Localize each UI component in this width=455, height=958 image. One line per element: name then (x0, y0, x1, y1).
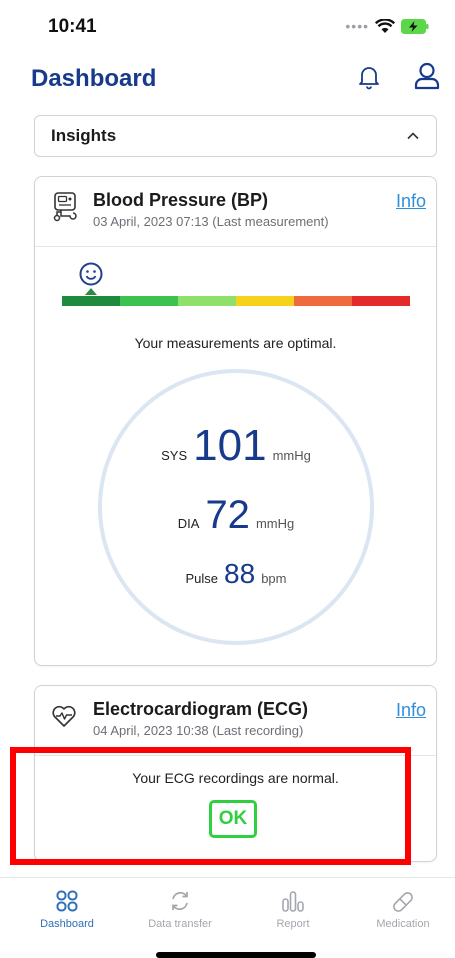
bp-card-title: Blood Pressure (BP) (93, 190, 269, 210)
header: Dashboard (0, 56, 455, 102)
heart-rate-icon (52, 705, 76, 727)
insights-label: Insights (51, 126, 117, 145)
highlight-box (10, 747, 411, 865)
sys-value: 101 (193, 421, 267, 470)
pulse-reading: Pulse 88 bpm (102, 558, 370, 590)
bp-card-header: Blood Pressure (BP) 03 April, 2023 07:13… (35, 177, 436, 247)
sys-reading: SYS 101 mmHg (102, 421, 370, 471)
status-bar: 10:41 •••• (0, 0, 455, 52)
bp-level-scale (62, 296, 410, 306)
ecg-info-link[interactable]: Info (396, 700, 426, 721)
dashboard-icon (56, 890, 78, 912)
tab-label: Report (276, 918, 310, 930)
scale-segment (352, 296, 410, 306)
tab-data-transfer[interactable]: Data transfer (130, 878, 230, 938)
bp-monitor-icon (53, 192, 77, 222)
tab-report[interactable]: Report (243, 878, 343, 938)
status-time: 10:41 (48, 16, 97, 37)
ecg-card-title: Electrocardiogram (ECG) (93, 699, 309, 719)
tab-label: Dashboard (40, 918, 94, 930)
tab-medication[interactable]: Medication (353, 878, 453, 938)
dia-reading: DIA 72 mmHg (102, 493, 370, 538)
ecg-card-header: Electrocardiogram (ECG) 04 April, 2023 1… (35, 686, 436, 756)
sync-icon (172, 892, 188, 910)
status-icons: •••• (345, 18, 429, 34)
bp-status-message: Your measurements are optimal. (134, 335, 337, 351)
bp-card-subtitle: 03 April, 2023 07:13 (Last measurement) (93, 214, 329, 229)
tab-dashboard[interactable]: Dashboard (17, 878, 117, 938)
smiley-icon (79, 262, 103, 286)
wifi-icon (375, 18, 395, 33)
dia-unit: mmHg (255, 516, 295, 531)
tab-label: Data transfer (148, 918, 212, 930)
scale-segment (178, 296, 236, 306)
scale-segment (236, 296, 294, 306)
dia-value: 72 (205, 493, 250, 537)
report-icon (282, 891, 304, 912)
tab-bar: Dashboard Data transfer Report Medicatio… (0, 877, 455, 958)
sys-label: SYS (161, 448, 188, 463)
pulse-unit: bpm (261, 571, 287, 586)
bp-gauge: SYS 101 mmHg DIA 72 mmHg Pulse 88 bpm (98, 369, 374, 645)
bp-info-link[interactable]: Info (396, 191, 426, 212)
pill-icon (393, 892, 413, 912)
user-icon[interactable] (414, 62, 440, 90)
home-indicator (156, 952, 316, 958)
pulse-label: Pulse (185, 571, 219, 586)
scale-segment (62, 296, 120, 306)
bell-icon[interactable] (357, 64, 381, 90)
scale-marker (85, 288, 97, 295)
tab-label: Medication (376, 918, 430, 930)
signal-icon: •••• (345, 18, 369, 34)
page-title: Dashboard (31, 65, 157, 92)
dia-label: DIA (177, 516, 200, 531)
sys-unit: mmHg (272, 448, 311, 463)
ecg-card-subtitle: 04 April, 2023 10:38 (Last recording) (93, 723, 304, 738)
chevron-up-icon (407, 132, 419, 140)
pulse-value: 88 (224, 558, 256, 589)
insights-dropdown[interactable]: Insights (34, 115, 437, 157)
scale-segment (294, 296, 352, 306)
scale-segment (120, 296, 178, 306)
battery-charging-icon (401, 18, 429, 34)
